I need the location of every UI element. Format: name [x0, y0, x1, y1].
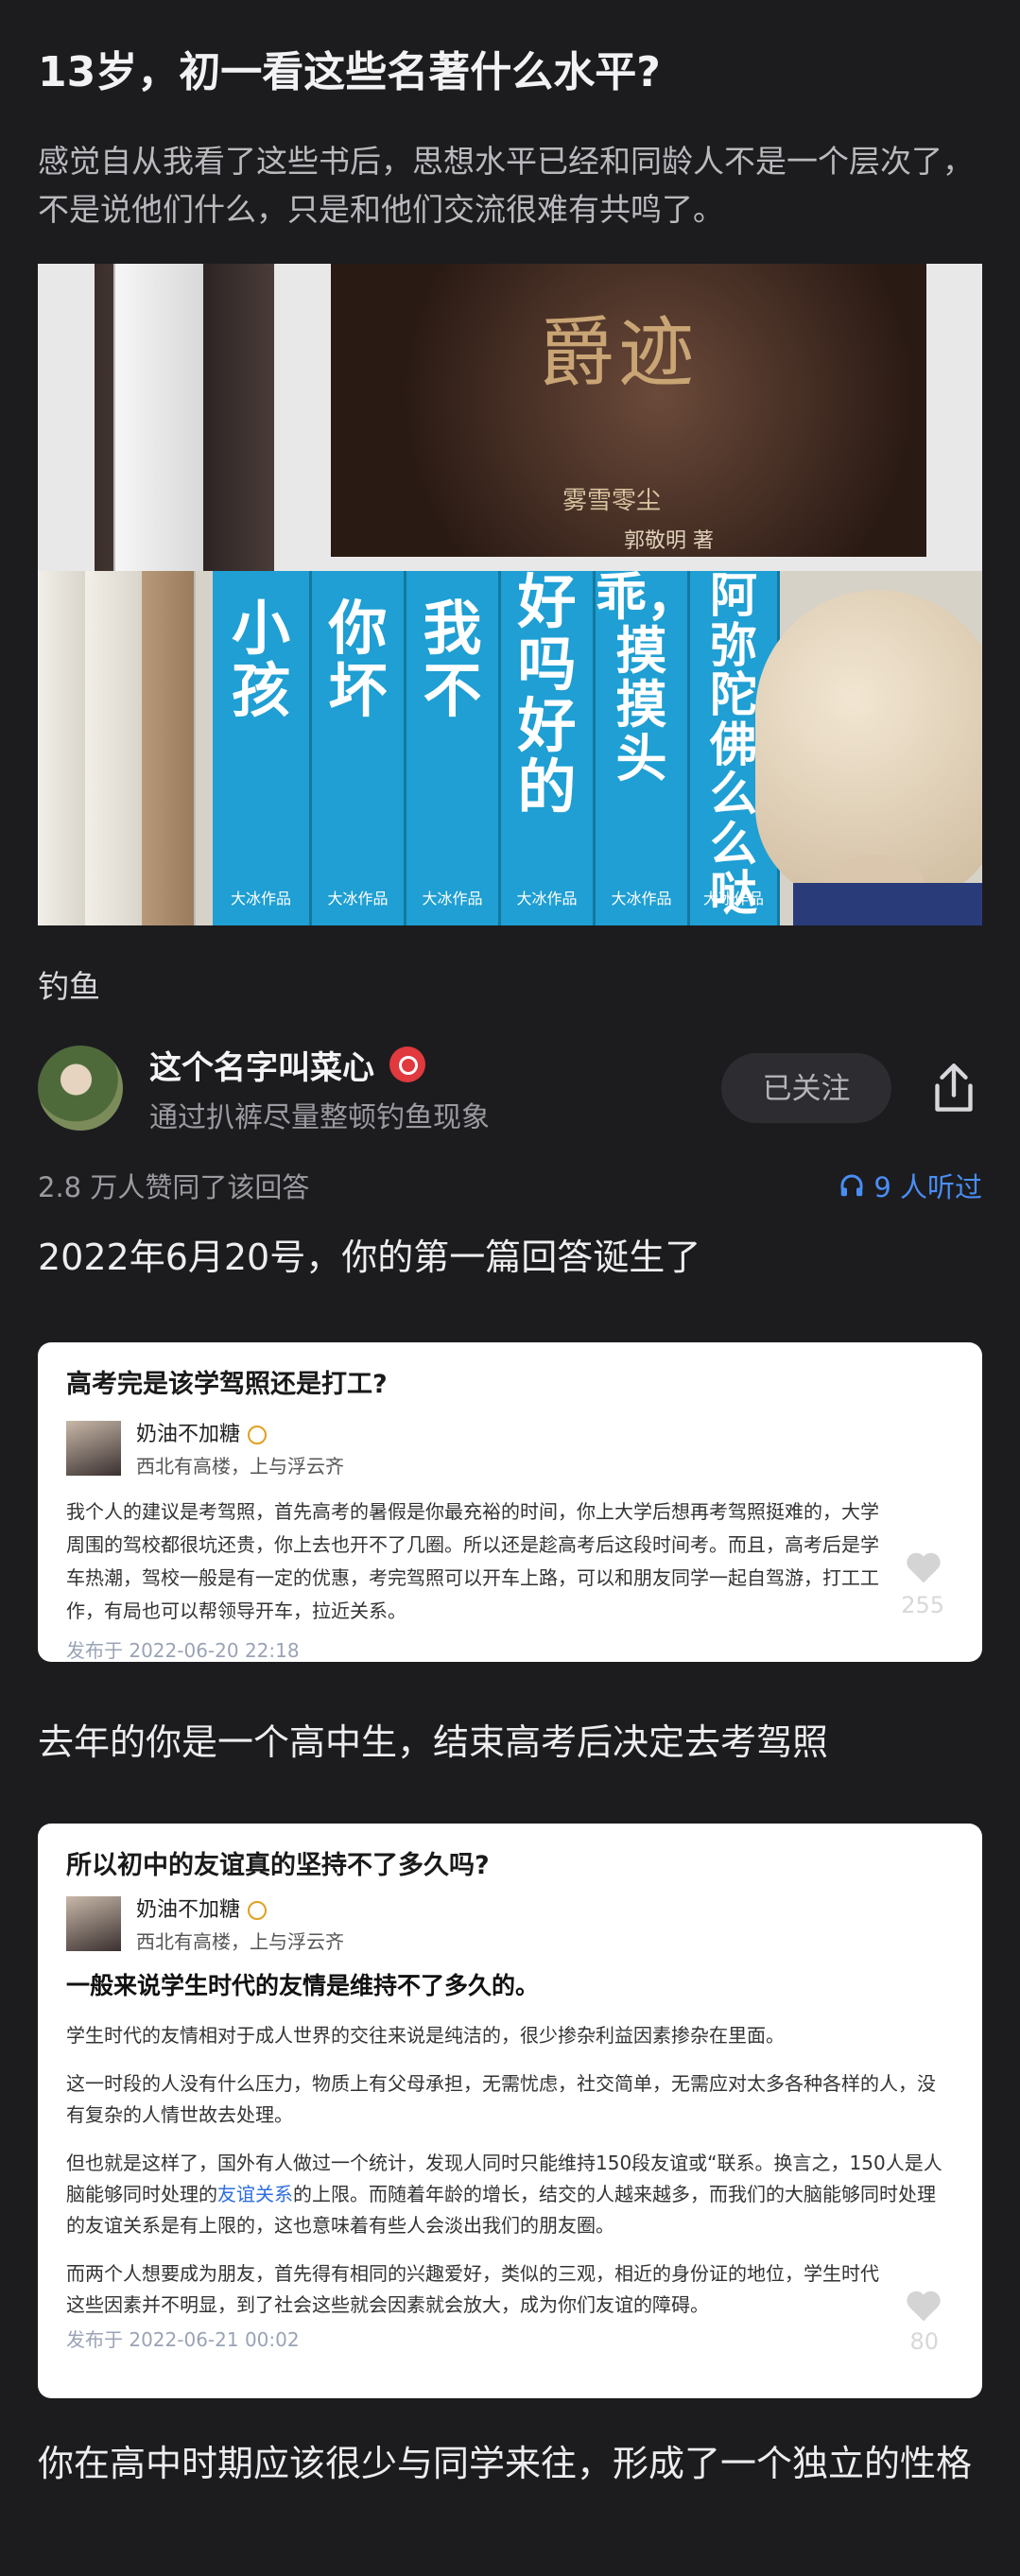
cover-title: 爵迹 [539, 309, 698, 398]
card-author-name: 奶油不加糖 [136, 1893, 344, 1923]
link-friendship[interactable]: 友谊关系 [217, 2183, 293, 2205]
quoted-answer-card-2[interactable]: 所以初中的友谊真的坚持不了多久吗? 奶油不加糖 西北有高楼，上与浮云齐 一般来说… [38, 1824, 982, 2399]
badge-icon [248, 1426, 268, 1445]
meta-row: 2.8 万人赞同了该回答 9 人听过 [38, 1166, 982, 1205]
card-avatar [66, 1895, 121, 1951]
question-description: 感觉自从我看了这些书后，思想水平已经和同龄人不是一个层次了，不是说他们什么，只是… [38, 143, 974, 229]
card-avatar [66, 1420, 121, 1476]
image-bottom-books: 小孩 大冰作品 你坏 大冰作品 我不 大冰作品 好吗好的 大冰作品 乖，摸摸头 大冰作品 … [38, 571, 982, 926]
book-spine [203, 264, 274, 572]
book-spine-5: 乖，摸摸头 大冰作品 [596, 571, 698, 926]
cover-author: 郭敬明 著 [624, 529, 714, 554]
card-title: 所以初中的友谊真的坚持不了多久吗? [66, 1851, 490, 1881]
page: 13岁，初一看这些名著什么水平? 感觉自从我看了这些书后，思想水平已经和同龄人不… [0, 0, 1020, 2492]
answer-paragraph-3: 你在高中时期应该很少与同学来往，形成了一个独立的性格 [38, 2443, 973, 2485]
book-spine [85, 571, 144, 926]
question-title[interactable]: 13岁，初一看这些名著什么水平? [38, 0, 982, 99]
card-bold-line: 一般来说学生时代的友情是维持不了多久的。 [66, 1972, 540, 2000]
badge-icon [248, 1901, 268, 1921]
book-cover: 爵迹 雾雪零尘 郭敬明 著 [331, 264, 926, 558]
answer-paragraph-2: 去年的你是一个高中生，结束高考后决定去考驾照 [38, 1721, 829, 1764]
card-author-name: 奶油不加糖 [136, 1417, 344, 1447]
book-spine-4: 好吗好的 大冰作品 [501, 571, 596, 926]
answer-paragraph-1: 2022年6月20号，你的第一篇回答诞生了 [38, 1236, 701, 1279]
card-like-count: 80 [909, 2328, 939, 2356]
answer-image[interactable]: 爵迹 雾雪零尘 郭敬明 著 小孩 大冰作品 你坏 大冰作品 我不 大冰作品 好吗好的大… [38, 264, 982, 926]
share-icon[interactable] [925, 1060, 982, 1116]
book-spine [38, 571, 87, 926]
heart-icon [907, 1553, 941, 1583]
listen-link[interactable]: 9 人听过 [838, 1166, 982, 1205]
image-top-books: 爵迹 雾雪零尘 郭敬明 著 [38, 264, 982, 572]
card-author-signature: 西北有高楼，上与浮云齐 [136, 1455, 344, 1478]
follow-button[interactable]: 已关注 [721, 1053, 891, 1124]
avatar[interactable] [38, 1046, 123, 1132]
card-body: 我个人的建议是考驾照，首先高考的暑假是你最充裕的时间，你上大学后想再考驾照挺难的… [66, 1500, 879, 1623]
topic-tag[interactable]: 钓鱼 [38, 961, 982, 1007]
author-name[interactable]: 这个名字叫菜心 [149, 1042, 721, 1088]
card-author-signature: 西北有高楼，上与浮云齐 [136, 1930, 344, 1954]
plush-toy-clothes [793, 883, 982, 926]
card-title: 高考完是该学驾照还是打工? [66, 1370, 388, 1400]
book-spine [113, 264, 205, 572]
author-info: 这个名字叫菜心 通过扒裤尽量整顿钓鱼现象 [149, 1042, 721, 1135]
heart-icon [907, 2291, 941, 2322]
quoted-answer-card-1[interactable]: 高考完是该学驾照还是打工? 奶油不加糖 西北有高楼，上与浮云齐 我个人的建议是考… [38, 1342, 982, 1663]
card-author: 奶油不加糖 西北有高楼，上与浮云齐 [66, 1417, 954, 1478]
headphones-icon [840, 1174, 863, 1197]
card-like-count: 255 [901, 1592, 944, 1619]
author-signature: 通过扒裤尽量整顿钓鱼现象 [149, 1100, 490, 1134]
book-spine-1: 小孩 大冰作品 [213, 571, 312, 926]
likes-count: 2.8 万人赞同了该回答 [38, 1171, 310, 1204]
card-date: 发布于 2022-06-21 00:02 [66, 2328, 300, 2352]
book-spine [142, 571, 196, 926]
book-spine-2: 你坏 大冰作品 [312, 571, 406, 926]
verified-badge-icon [389, 1046, 425, 1083]
card-date: 发布于 2022-06-20 22:18 [66, 1639, 300, 1663]
book-spine-3: 我不 大冰作品 [406, 571, 501, 926]
author-row: 这个名字叫菜心 通过扒裤尽量整顿钓鱼现象 已关注 [38, 1042, 982, 1135]
card-author: 奶油不加糖 西北有高楼，上与浮云齐 [66, 1893, 954, 1954]
cover-subtitle: 雾雪零尘 [562, 487, 662, 516]
card-body: 学生时代的友情相对于成人世界的交往来说是纯洁的，很少掺杂利益因素掺杂在里面。 这… [66, 2024, 942, 2317]
